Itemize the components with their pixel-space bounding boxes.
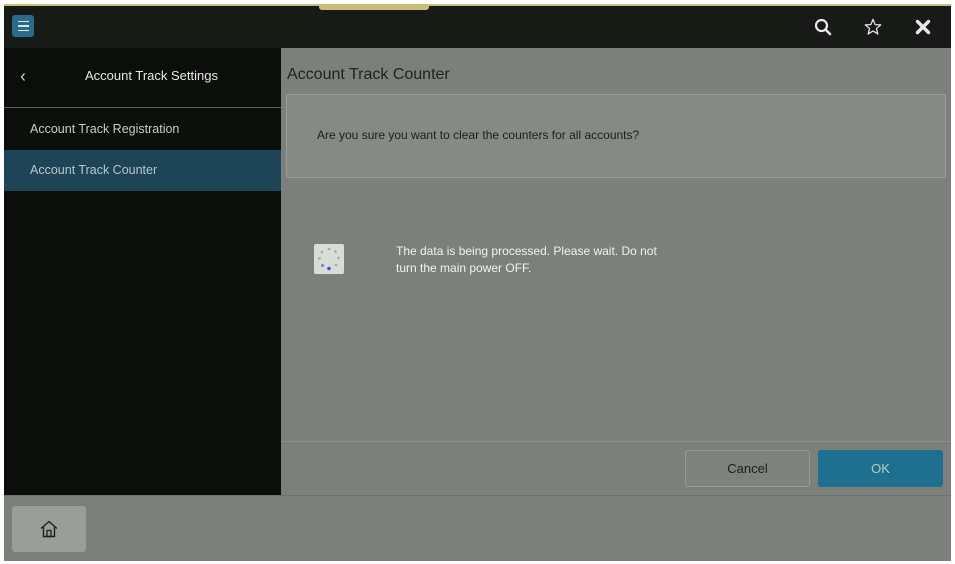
hamburger-icon — [17, 20, 29, 23]
star-icon — [864, 18, 882, 35]
status-notch — [319, 6, 429, 10]
processing-message-line-2: turn the main power OFF. — [396, 261, 532, 275]
processing-message: The data is being processed. Please wait… — [396, 243, 716, 277]
search-button[interactable] — [810, 14, 836, 40]
sidebar-header: Account Track Settings — [4, 48, 281, 108]
chevron-left-icon — [20, 73, 25, 81]
sidebar-item-label: Account Track Counter — [30, 163, 158, 177]
processing-message-line-1: The data is being processed. Please wait… — [396, 244, 657, 258]
ok-button[interactable]: OK — [818, 450, 943, 487]
sidebar-item-account-track-registration[interactable]: Account Track Registration — [4, 109, 281, 150]
bottom-bar — [4, 495, 951, 561]
processing-indicator — [314, 244, 344, 274]
loading-spinner-icon — [318, 247, 340, 271]
cancel-button[interactable]: Cancel — [685, 450, 810, 487]
sidebar-title: Account Track Settings — [85, 68, 218, 83]
dialog-footer: Cancel OK — [281, 441, 951, 495]
sidebar-item-account-track-counter[interactable]: Account Track Counter — [4, 150, 281, 191]
favorite-button[interactable] — [860, 14, 886, 40]
home-icon — [40, 520, 58, 538]
close-button[interactable] — [910, 14, 936, 40]
back-button[interactable] — [16, 68, 30, 86]
menu-button[interactable] — [12, 15, 34, 37]
close-icon — [915, 19, 931, 35]
search-icon — [814, 18, 832, 36]
home-button[interactable] — [12, 506, 86, 552]
top-bar — [4, 6, 951, 48]
settings-sidebar: Account Track Settings Account Track Reg… — [4, 48, 281, 495]
device-screen: Account Track Settings Account Track Reg… — [4, 4, 951, 561]
sidebar-item-label: Account Track Registration — [30, 122, 180, 136]
confirm-message: Are you sure you want to clear the count… — [317, 128, 640, 142]
confirm-dialog: Are you sure you want to clear the count… — [286, 94, 946, 178]
page-title: Account Track Counter — [287, 66, 450, 83]
